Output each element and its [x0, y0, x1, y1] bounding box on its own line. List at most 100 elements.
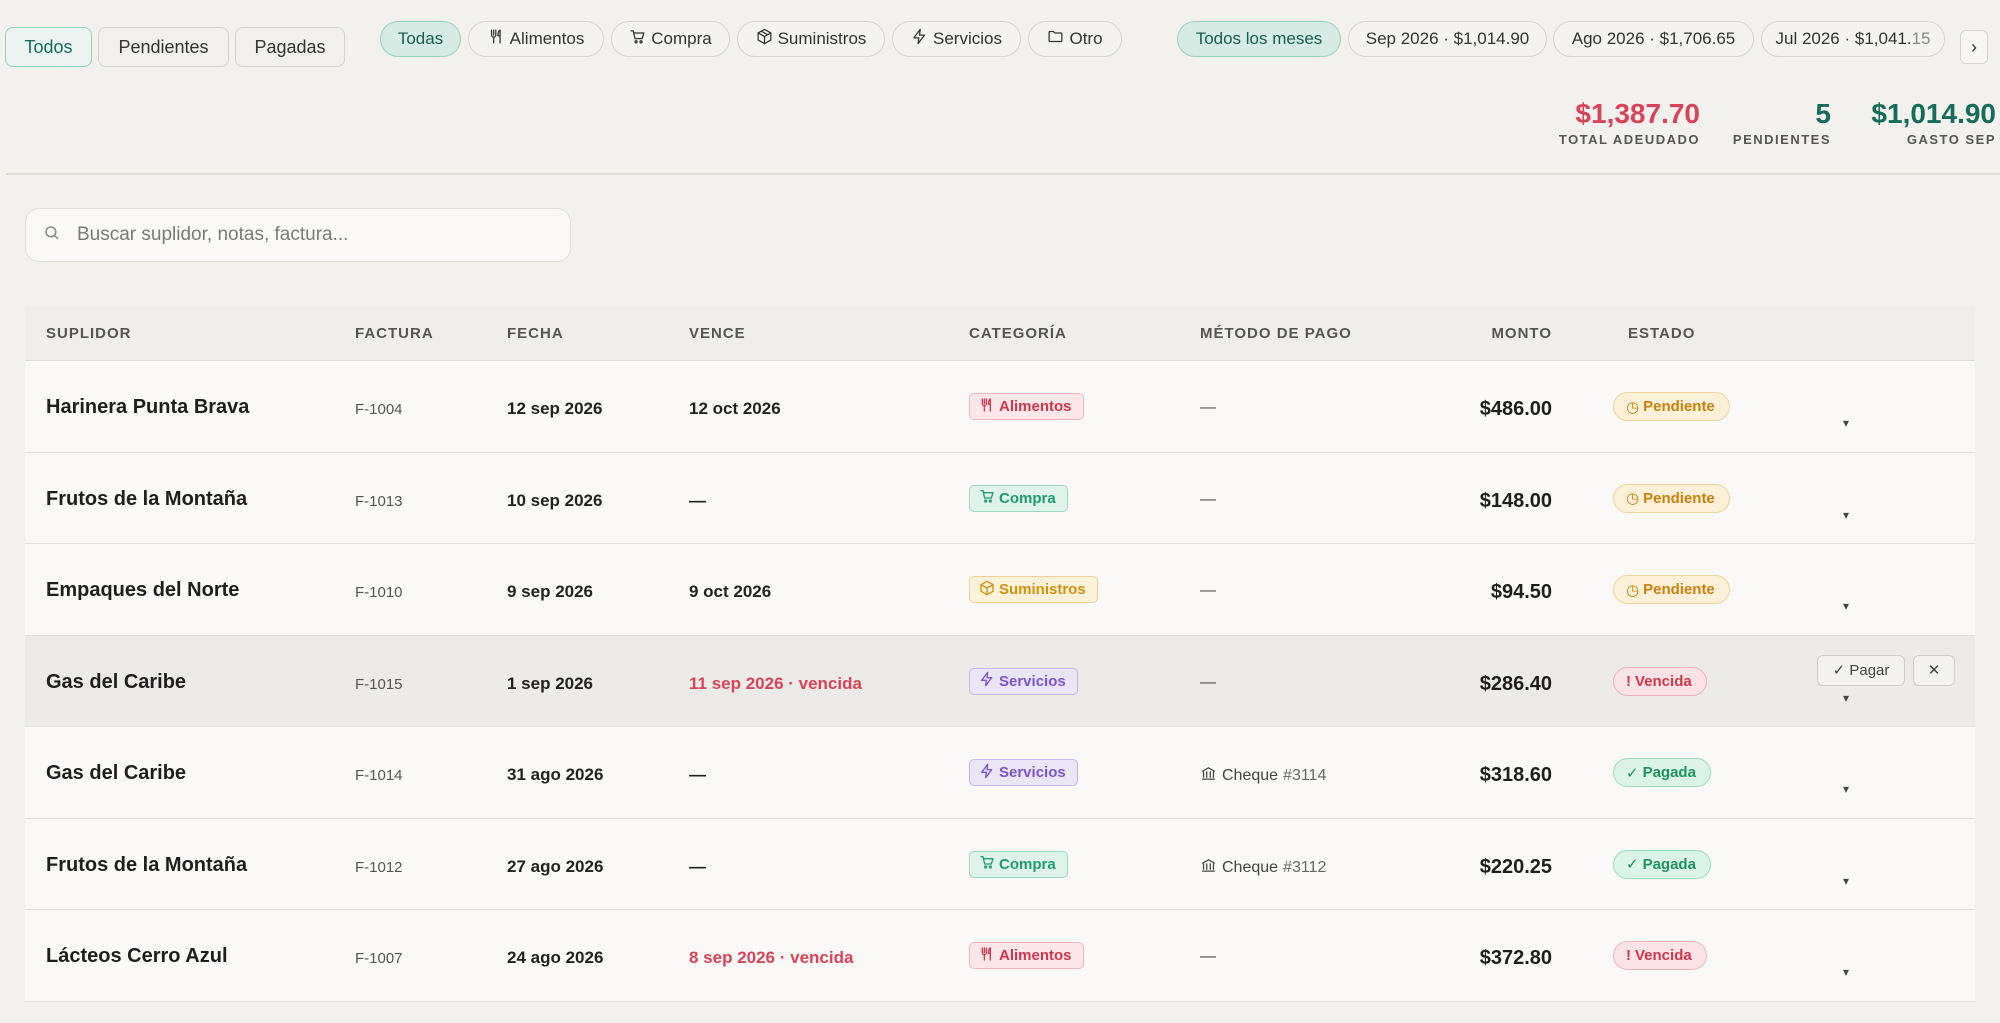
- expand-row-icon[interactable]: ▾: [1843, 599, 1849, 613]
- invoice-date: 9 sep 2026: [507, 582, 594, 601]
- category-filter-servicios[interactable]: Servicios: [892, 21, 1021, 57]
- payment-method: —: [1200, 399, 1216, 417]
- category-filter-compra[interactable]: Compra: [611, 21, 730, 57]
- category-filter-suministros[interactable]: Suministros: [737, 21, 885, 57]
- header-supplier[interactable]: SUPLIDOR: [46, 325, 132, 342]
- search-box[interactable]: [25, 208, 571, 262]
- box-icon: [979, 580, 995, 600]
- header-invoice[interactable]: FACTURA: [355, 325, 434, 342]
- category-label: Alimentos: [999, 398, 1072, 415]
- header-date[interactable]: FECHA: [507, 325, 564, 342]
- category-filter-label: Servicios: [933, 29, 1002, 48]
- category-filter-label: Otro: [1069, 29, 1103, 48]
- delete-button[interactable]: ✕: [1913, 654, 1955, 686]
- tab-pagadas[interactable]: Pagadas: [235, 27, 345, 67]
- category-badge: Alimentos: [969, 942, 1084, 969]
- header-amount[interactable]: MONTO: [1491, 325, 1552, 342]
- invoice-amount: $220.25: [1479, 855, 1552, 878]
- bolt-icon: [979, 671, 995, 691]
- invoice-amount: $148.00: [1479, 489, 1552, 512]
- status-glyph: !: [1626, 947, 1631, 964]
- category-badge: Servicios: [969, 667, 1078, 695]
- category-label: Servicios: [999, 764, 1066, 781]
- payment-method-label: —: [1200, 673, 1216, 691]
- status-glyph: ◷: [1626, 490, 1640, 507]
- supplier-name: Lácteos Cerro Azul: [46, 945, 228, 967]
- table-row[interactable]: Empaques del Norte F-1010 9 sep 2026 9 oct …: [25, 544, 1975, 636]
- invoice-amount: $372.80: [1479, 947, 1552, 969]
- category-filter-alimentos[interactable]: Alimentos: [468, 21, 604, 57]
- box-icon: [756, 28, 773, 50]
- status-glyph: ✓: [1626, 856, 1639, 873]
- status-label: Vencida: [1635, 947, 1692, 964]
- payment-method-label: —: [1200, 948, 1216, 965]
- header-category[interactable]: CATEGORÍA: [969, 325, 1067, 342]
- month-filter-label: Todos los meses: [1195, 29, 1323, 48]
- category-filter-label: Compra: [651, 29, 712, 48]
- payment-method-label: Cheque: [1222, 858, 1279, 876]
- table-row[interactable]: Frutos de la Montaña F-1013 10 sep 2026 — Co…: [25, 452, 1975, 544]
- search-icon: [26, 224, 61, 247]
- stat-label: TOTAL ADEUDADO: [1558, 132, 1700, 147]
- category-badge: Suministros: [969, 576, 1098, 603]
- stat-pending: 5 PENDIENTES: [1733, 100, 1831, 148]
- table-row[interactable]: Gas del Caribe F-1015 1 sep 2026 11 sep 202…: [25, 635, 1975, 727]
- invoice-amount: $286.40: [1479, 672, 1552, 695]
- pay-button[interactable]: ✓ Pagar: [1817, 654, 1905, 686]
- check-number: #3112: [1283, 858, 1327, 876]
- status-glyph: ✓: [1626, 764, 1639, 782]
- month-filter-label-main: Jul 2026 · $1,041.: [1775, 29, 1912, 48]
- month-filter-sep-2026[interactable]: Sep 2026 · $1,014.90: [1348, 21, 1547, 57]
- utensils-icon: [979, 946, 995, 966]
- status-label: Pagada: [1642, 764, 1696, 781]
- header-status[interactable]: ESTADO: [1628, 325, 1695, 342]
- bank-icon: [1200, 765, 1217, 787]
- category-label: Compra: [999, 489, 1056, 507]
- category-filter-otro[interactable]: Otro: [1028, 21, 1122, 57]
- expand-row-icon[interactable]: ▾: [1843, 416, 1849, 430]
- table-row[interactable]: Frutos de la Montaña F-1012 27 ago 2026 — Co…: [25, 818, 1975, 910]
- due-date: —: [689, 856, 706, 876]
- expand-row-icon[interactable]: ▾: [1843, 874, 1849, 888]
- status-label: Pendiente: [1643, 489, 1715, 507]
- status-glyph: !: [1626, 672, 1631, 690]
- scroll-right-button[interactable]: ›: [1960, 30, 1988, 64]
- status-glyph: ◷: [1626, 398, 1640, 416]
- supplier-name: Frutos de la Montaña: [46, 853, 248, 876]
- status-label: Pagada: [1642, 855, 1696, 873]
- utensils-icon: [488, 28, 505, 50]
- table-row[interactable]: Harinera Punta Brava F-1004 12 sep 2026 12 …: [25, 361, 1975, 453]
- status-badge: ! Vencida: [1613, 941, 1707, 970]
- stat-label: GASTO SEP: [1906, 132, 1996, 147]
- month-filter-jul-2026[interactable]: Jul 2026 · $1,041.15: [1761, 21, 1945, 57]
- expand-row-icon[interactable]: ▾: [1843, 782, 1849, 796]
- category-filter-todas[interactable]: Todas: [380, 21, 461, 57]
- utensils-icon: [979, 397, 995, 417]
- due-date: 9 oct 2026: [689, 582, 772, 601]
- status-badge: ◷ Pendiente: [1613, 483, 1730, 513]
- tab-pendientes[interactable]: Pendientes: [98, 27, 229, 67]
- month-filter-label: Sep 2026 · $1,014.90: [1365, 29, 1530, 48]
- expand-row-icon[interactable]: ▾: [1843, 508, 1849, 522]
- tab-todos[interactable]: Todos: [5, 27, 92, 67]
- category-badge: Compra: [969, 850, 1068, 878]
- invoice-number: F-1015: [355, 675, 403, 693]
- expand-row-icon[interactable]: ▾: [1843, 965, 1849, 979]
- table-row[interactable]: Gas del Caribe F-1014 31 ago 2026 — Servicio…: [25, 727, 1975, 819]
- invoice-amount: $486.00: [1479, 398, 1552, 420]
- invoice-date: 27 ago 2026: [507, 856, 604, 876]
- header-payment-method[interactable]: MÉTODO DE PAGO: [1200, 325, 1352, 342]
- cart-icon: [629, 28, 646, 50]
- invoice-date: 10 sep 2026: [507, 490, 603, 510]
- month-filter-all[interactable]: Todos los meses: [1177, 21, 1341, 57]
- category-badge: Alimentos: [969, 393, 1084, 420]
- stat-total-owed: $1,387.70 TOTAL ADEUDADO: [1558, 98, 1700, 148]
- stat-value: $1,387.70: [1575, 98, 1700, 129]
- header-due[interactable]: VENCE: [689, 325, 746, 342]
- month-filter-ago-2026[interactable]: Ago 2026 · $1,706.65: [1553, 21, 1754, 57]
- table-row[interactable]: Lácteos Cerro Azul F-1007 24 ago 2026 8 sep…: [25, 910, 1975, 1002]
- invoice-date: 31 ago 2026: [507, 765, 604, 784]
- search-input[interactable]: [77, 224, 557, 246]
- chevron-right-icon: ›: [1971, 36, 1977, 57]
- expand-row-icon[interactable]: ▾: [1843, 691, 1849, 705]
